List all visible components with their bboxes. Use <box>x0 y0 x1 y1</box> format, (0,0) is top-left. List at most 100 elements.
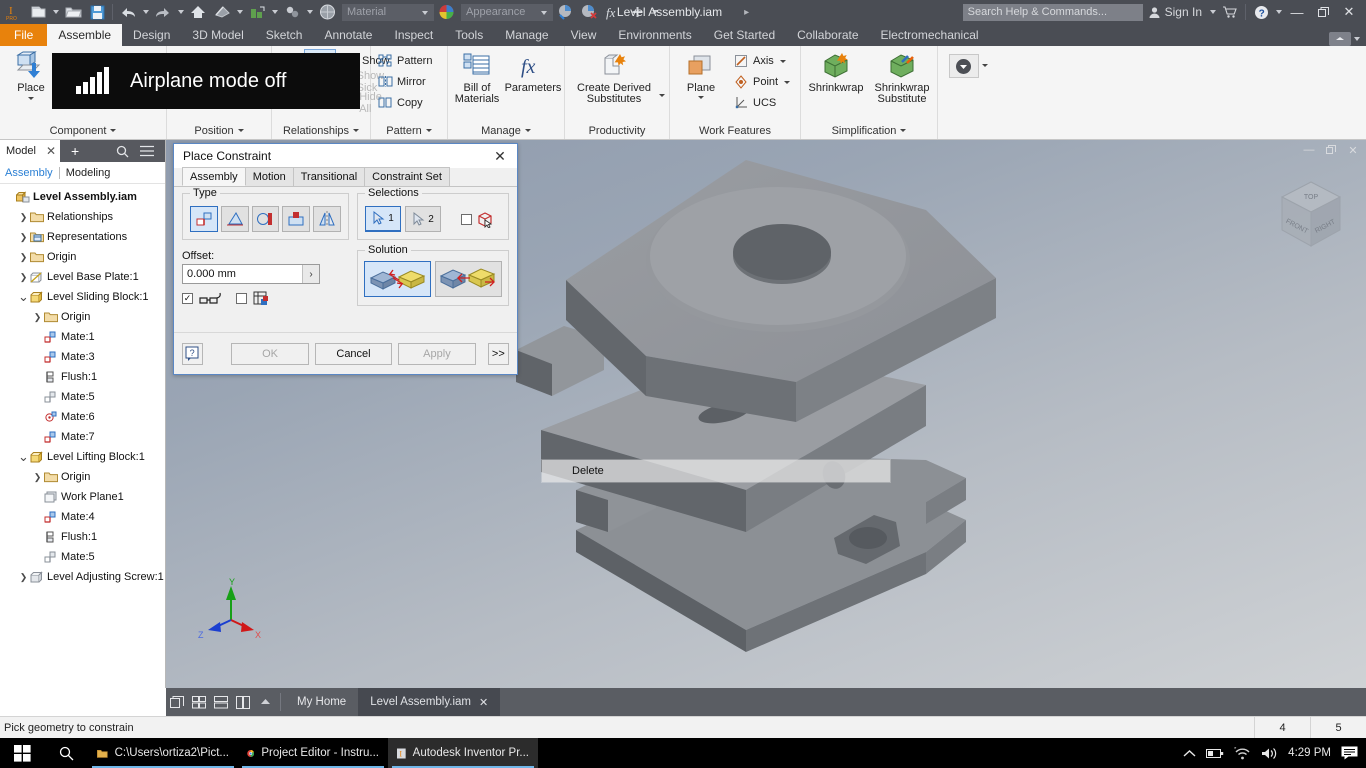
tree-twisty-collapsed-icon[interactable]: ❯ <box>18 267 29 287</box>
shrinkwrap-button[interactable]: Shrinkwrap <box>805 49 867 94</box>
tree-item[interactable]: ❯Level Adjusting Screw:1 <box>0 567 165 587</box>
new-file-icon[interactable] <box>26 1 50 23</box>
place-component-button[interactable]: Place <box>4 49 58 100</box>
parameters-fx-icon[interactable]: fx <box>601 1 625 23</box>
tree-item[interactable]: ❯Representations <box>0 227 165 247</box>
browser-subtab-modeling[interactable]: Modeling <box>66 167 111 179</box>
close-button[interactable]: ✕ <box>1336 0 1362 24</box>
tree-item[interactable]: Level Assembly.iam <box>0 187 165 207</box>
place-constraint-dialog[interactable]: Place Constraint ✕ Assembly Motion Trans… <box>173 143 518 375</box>
selection-1-button[interactable]: 1 <box>365 206 401 232</box>
copy-button[interactable]: Copy <box>375 93 435 113</box>
browser-close-icon[interactable]: ✕ <box>42 144 60 158</box>
return-icon[interactable] <box>210 1 234 23</box>
place-dropdown-icon[interactable] <box>28 97 34 100</box>
tree-twisty-collapsed-icon[interactable]: ❯ <box>18 227 29 247</box>
doc-tab-level-assembly[interactable]: Level Assembly.iam ✕ <box>358 688 500 716</box>
undo-dropdown[interactable] <box>140 1 151 23</box>
tab-manage[interactable]: Manage <box>494 24 559 46</box>
panel-title-position[interactable]: Position <box>167 122 271 139</box>
adjust-appearance-icon[interactable] <box>553 1 577 23</box>
chevron-up-icon[interactable] <box>1183 749 1196 758</box>
help-dropdown[interactable] <box>1273 1 1284 23</box>
battery-icon[interactable] <box>1206 748 1224 759</box>
level-sliding-block[interactable] <box>566 160 996 422</box>
tab-collaborate[interactable]: Collaborate <box>786 24 869 46</box>
tree-item[interactable]: Mate:1 <box>0 327 165 347</box>
browser-subtab-assembly[interactable]: Assembly <box>5 167 53 179</box>
mate-constraint-button[interactable] <box>190 206 218 232</box>
tangent-constraint-button[interactable] <box>252 206 280 232</box>
wifi-icon[interactable]: * <box>1234 747 1251 760</box>
tab-3d-model[interactable]: 3D Model <box>181 24 254 46</box>
tab-sketch[interactable]: Sketch <box>255 24 314 46</box>
bill-of-materials-button[interactable]: Bill of Materials <box>452 49 502 105</box>
pattern-button[interactable]: Pattern <box>375 51 435 71</box>
tree-twisty-expanded-icon[interactable]: ⌄ <box>18 447 29 467</box>
add-qat-icon[interactable] <box>625 1 649 23</box>
pick-part-first-checkbox[interactable] <box>461 214 472 225</box>
taskbar-clock[interactable]: 4:29 PM <box>1288 747 1331 759</box>
tree-item[interactable]: Work Plane1 <box>0 487 165 507</box>
tree-twisty-collapsed-icon[interactable]: ❯ <box>32 307 43 327</box>
insert-constraint-button[interactable] <box>282 206 310 232</box>
dialog-ok-button[interactable]: OK <box>231 343 308 365</box>
axis-dropdown-icon[interactable] <box>780 60 786 63</box>
show-preview-checkbox[interactable] <box>236 293 247 304</box>
panel-title-relationships[interactable]: Relationships <box>272 122 370 139</box>
layout-horizontal-icon[interactable] <box>210 688 232 716</box>
dialog-tab-constraint-set[interactable]: Constraint Set <box>364 167 450 186</box>
dialog-tab-assembly[interactable]: Assembly <box>182 167 246 186</box>
plane-button[interactable]: Plane <box>674 49 728 99</box>
taskbar-app-inventor[interactable]: I Autodesk Inventor Pr... <box>388 738 538 768</box>
tab-environments[interactable]: Environments <box>607 24 702 46</box>
create-derived-substitutes-button[interactable]: Create Derived Substitutes <box>569 49 659 105</box>
tree-item[interactable]: ⌄Level Lifting Block:1 <box>0 447 165 467</box>
layout-vertical-icon[interactable] <box>232 688 254 716</box>
dialog-cancel-button[interactable]: Cancel <box>315 343 392 365</box>
tree-item[interactable]: Mate:7 <box>0 427 165 447</box>
dialog-help-button[interactable]: ? <box>182 343 203 365</box>
predict-offset-checkbox[interactable]: ✓ <box>182 293 193 304</box>
tree-item[interactable]: ⌄Level Sliding Block:1 <box>0 287 165 307</box>
tab-file[interactable]: File <box>0 24 47 46</box>
update-icon[interactable] <box>245 1 269 23</box>
dialog-tab-motion[interactable]: Motion <box>245 167 294 186</box>
redo-icon[interactable] <box>151 1 175 23</box>
tree-twisty-collapsed-icon[interactable]: ❯ <box>32 467 43 487</box>
tree-twisty-expanded-icon[interactable]: ⌄ <box>18 287 29 307</box>
tab-get-started[interactable]: Get Started <box>703 24 786 46</box>
ribbon-collapse-dropdown[interactable] <box>1354 37 1360 41</box>
save-icon[interactable] <box>85 1 109 23</box>
point-button[interactable]: Point <box>731 72 793 92</box>
tab-electromechanical[interactable]: Electromechanical <box>870 24 990 46</box>
tree-item[interactable]: Flush:1 <box>0 527 165 547</box>
angle-constraint-button[interactable] <box>221 206 249 232</box>
derived-dropdown-icon[interactable] <box>659 94 665 97</box>
selection-2-button[interactable]: 2 <box>405 206 441 232</box>
panel-title-manage[interactable]: Manage <box>448 122 564 139</box>
cart-icon[interactable] <box>1218 1 1242 23</box>
view-cube[interactable]: TOP FRONT RIGHT <box>1266 170 1356 260</box>
tab-design[interactable]: Design <box>122 24 181 46</box>
docbar-expand-icon[interactable] <box>254 688 276 716</box>
taskbar-search-button[interactable] <box>44 738 88 768</box>
return-dropdown[interactable] <box>234 1 245 23</box>
axis-button[interactable]: Axis <box>731 51 793 71</box>
tab-tools[interactable]: Tools <box>444 24 494 46</box>
tree-item[interactable]: ❯Origin <box>0 467 165 487</box>
browser-add-icon[interactable]: + <box>65 143 85 159</box>
doc-tab-close-icon[interactable]: ✕ <box>479 696 488 709</box>
tab-assemble[interactable]: Assemble <box>47 24 122 46</box>
action-center-icon[interactable] <box>1341 746 1358 760</box>
plane-dropdown-icon[interactable] <box>698 96 704 99</box>
update-dropdown[interactable] <box>269 1 280 23</box>
tab-annotate[interactable]: Annotate <box>313 24 383 46</box>
parameters-button[interactable]: fx Parameters <box>506 49 560 94</box>
browser-tab-model[interactable]: Model <box>0 145 42 157</box>
tree-twisty-collapsed-icon[interactable]: ❯ <box>18 567 29 587</box>
tree-item[interactable]: ❯Origin <box>0 247 165 267</box>
redo-dropdown[interactable] <box>175 1 186 23</box>
shrinkwrap-substitute-button[interactable]: Shrinkwrap Substitute <box>871 49 933 105</box>
search-input[interactable]: Search Help & Commands... <box>963 4 1143 21</box>
